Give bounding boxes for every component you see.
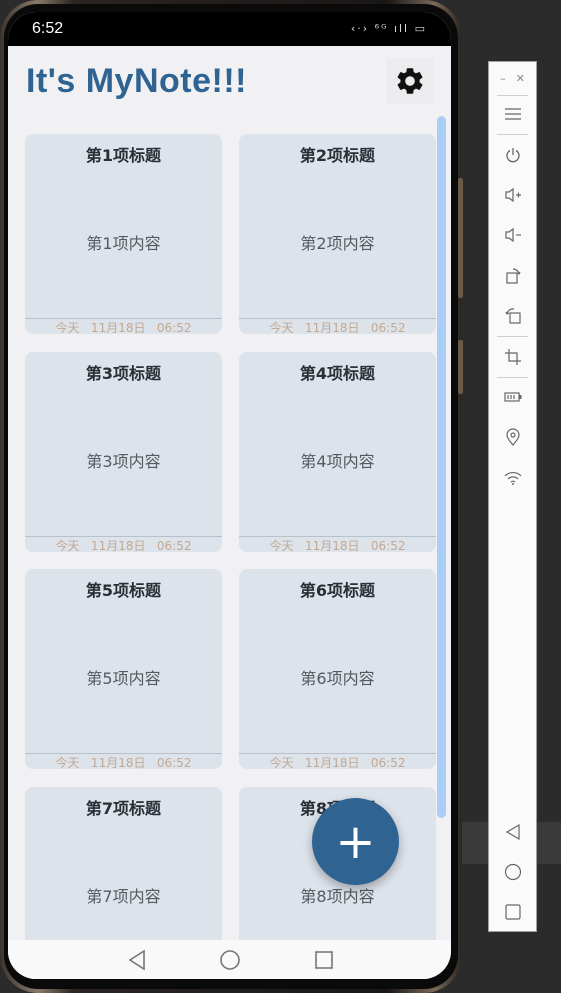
minimize-icon[interactable]: – bbox=[500, 72, 506, 85]
note-content: 第5项内容 bbox=[86, 669, 161, 688]
menu-icon bbox=[504, 108, 521, 120]
toolbar-volume-down-button[interactable] bbox=[489, 221, 536, 249]
status-icons: ‹·› ⁶ᴳ ıll ▭ bbox=[350, 22, 427, 35]
note-timestamp: 今天 11月18日 06:52 bbox=[269, 756, 406, 769]
wifi-icon bbox=[504, 472, 521, 485]
note-content: 第6项内容 bbox=[300, 669, 375, 688]
note-card[interactable]: 第4项标题 第4项内容 今天 11月18日 06:52 bbox=[239, 352, 436, 552]
note-card[interactable]: 第3项标题 第3项内容 今天 11月18日 06:52 bbox=[25, 352, 222, 552]
location-icon bbox=[505, 428, 520, 446]
note-title: 第1项标题 bbox=[85, 146, 162, 165]
toolbar-wifi-button[interactable] bbox=[489, 464, 536, 492]
toolbar-recents-button[interactable] bbox=[489, 898, 536, 926]
recents-icon bbox=[504, 904, 521, 920]
note-timestamp: 今天 11月18日 06:52 bbox=[55, 539, 192, 552]
status-bar: 6:52 ‹·› ⁶ᴳ ıll ▭ bbox=[8, 12, 451, 46]
phone-screen: 6:52 ‹·› ⁶ᴳ ıll ▭ It's MyNote!!! 第1项标题 第… bbox=[8, 12, 451, 979]
recents-icon bbox=[315, 951, 333, 969]
rotate-right-icon bbox=[505, 268, 521, 284]
home-icon bbox=[220, 950, 240, 970]
add-note-button[interactable]: + bbox=[312, 798, 399, 885]
toolbar-divider bbox=[497, 377, 528, 378]
toolbar-rotate-left-button[interactable] bbox=[489, 302, 536, 330]
toolbar-screenshot-button[interactable] bbox=[489, 343, 536, 371]
toolbar-window-controls: – ✕ bbox=[489, 64, 536, 92]
back-icon bbox=[505, 823, 520, 841]
toolbar-back-button[interactable] bbox=[489, 818, 536, 846]
note-card[interactable]: 第6项标题 第6项内容 今天 11月18日 06:52 bbox=[239, 569, 436, 769]
toolbar-divider bbox=[497, 95, 528, 96]
note-content: 第1项内容 bbox=[86, 234, 161, 253]
app-title: It's MyNote!!! bbox=[26, 62, 247, 100]
system-nav-bar bbox=[8, 940, 451, 979]
toolbar-divider bbox=[497, 134, 528, 135]
note-timestamp: 今天 11月18日 06:52 bbox=[55, 756, 192, 769]
note-timestamp: 今天 11月18日 06:52 bbox=[269, 539, 406, 552]
power-icon bbox=[505, 148, 520, 163]
status-time: 6:52 bbox=[32, 20, 64, 37]
note-content: 第3项内容 bbox=[86, 452, 161, 471]
note-title: 第5项标题 bbox=[85, 581, 162, 600]
toolbar-menu-button[interactable] bbox=[489, 100, 536, 128]
note-title: 第6项标题 bbox=[299, 581, 376, 600]
settings-button[interactable] bbox=[387, 58, 433, 104]
nav-back-button[interactable] bbox=[125, 948, 149, 972]
screenshot-crop-icon bbox=[504, 349, 521, 365]
volume-up-icon bbox=[504, 187, 521, 203]
battery-icon bbox=[503, 392, 521, 402]
rotate-left-icon bbox=[504, 308, 521, 324]
toolbar-home-button[interactable] bbox=[489, 858, 536, 886]
phone-power-button bbox=[458, 340, 463, 394]
gear-icon bbox=[397, 68, 423, 94]
note-content: 第4项内容 bbox=[300, 452, 375, 471]
nav-recents-button[interactable] bbox=[312, 948, 336, 972]
toolbar-battery-button[interactable] bbox=[489, 383, 536, 411]
note-content: 第7项内容 bbox=[86, 887, 161, 906]
phone-side-button bbox=[458, 178, 463, 298]
toolbar-power-button[interactable] bbox=[489, 141, 536, 169]
toolbar-volume-up-button[interactable] bbox=[489, 181, 536, 209]
note-content: 第2项内容 bbox=[300, 234, 375, 253]
back-icon bbox=[128, 949, 145, 971]
toolbar-location-button[interactable] bbox=[489, 423, 536, 451]
note-title: 第3项标题 bbox=[85, 364, 162, 383]
note-content: 第8项内容 bbox=[300, 887, 375, 906]
close-icon[interactable]: ✕ bbox=[516, 72, 525, 85]
home-icon bbox=[504, 863, 521, 881]
toolbar-divider bbox=[497, 336, 528, 337]
toolbar-rotate-right-button[interactable] bbox=[489, 262, 536, 290]
note-card[interactable]: 第2项标题 第2项内容 今天 11月18日 06:52 bbox=[239, 134, 436, 334]
note-card[interactable]: 第5项标题 第5项内容 今天 11月18日 06:52 bbox=[25, 569, 222, 769]
note-timestamp: 今天 11月18日 06:52 bbox=[55, 321, 192, 334]
note-title: 第4项标题 bbox=[299, 364, 376, 383]
volume-down-icon bbox=[504, 227, 521, 243]
list-scrollbar[interactable] bbox=[437, 116, 446, 818]
nav-home-button[interactable] bbox=[218, 948, 242, 972]
note-title: 第7项标题 bbox=[85, 799, 162, 818]
note-title: 第2项标题 bbox=[299, 146, 376, 165]
note-timestamp: 今天 11月18日 06:52 bbox=[269, 321, 406, 334]
note-card[interactable]: 第1项标题 第1项内容 今天 11月18日 06:52 bbox=[25, 134, 222, 334]
emulator-toolbar: – ✕ bbox=[488, 61, 537, 932]
